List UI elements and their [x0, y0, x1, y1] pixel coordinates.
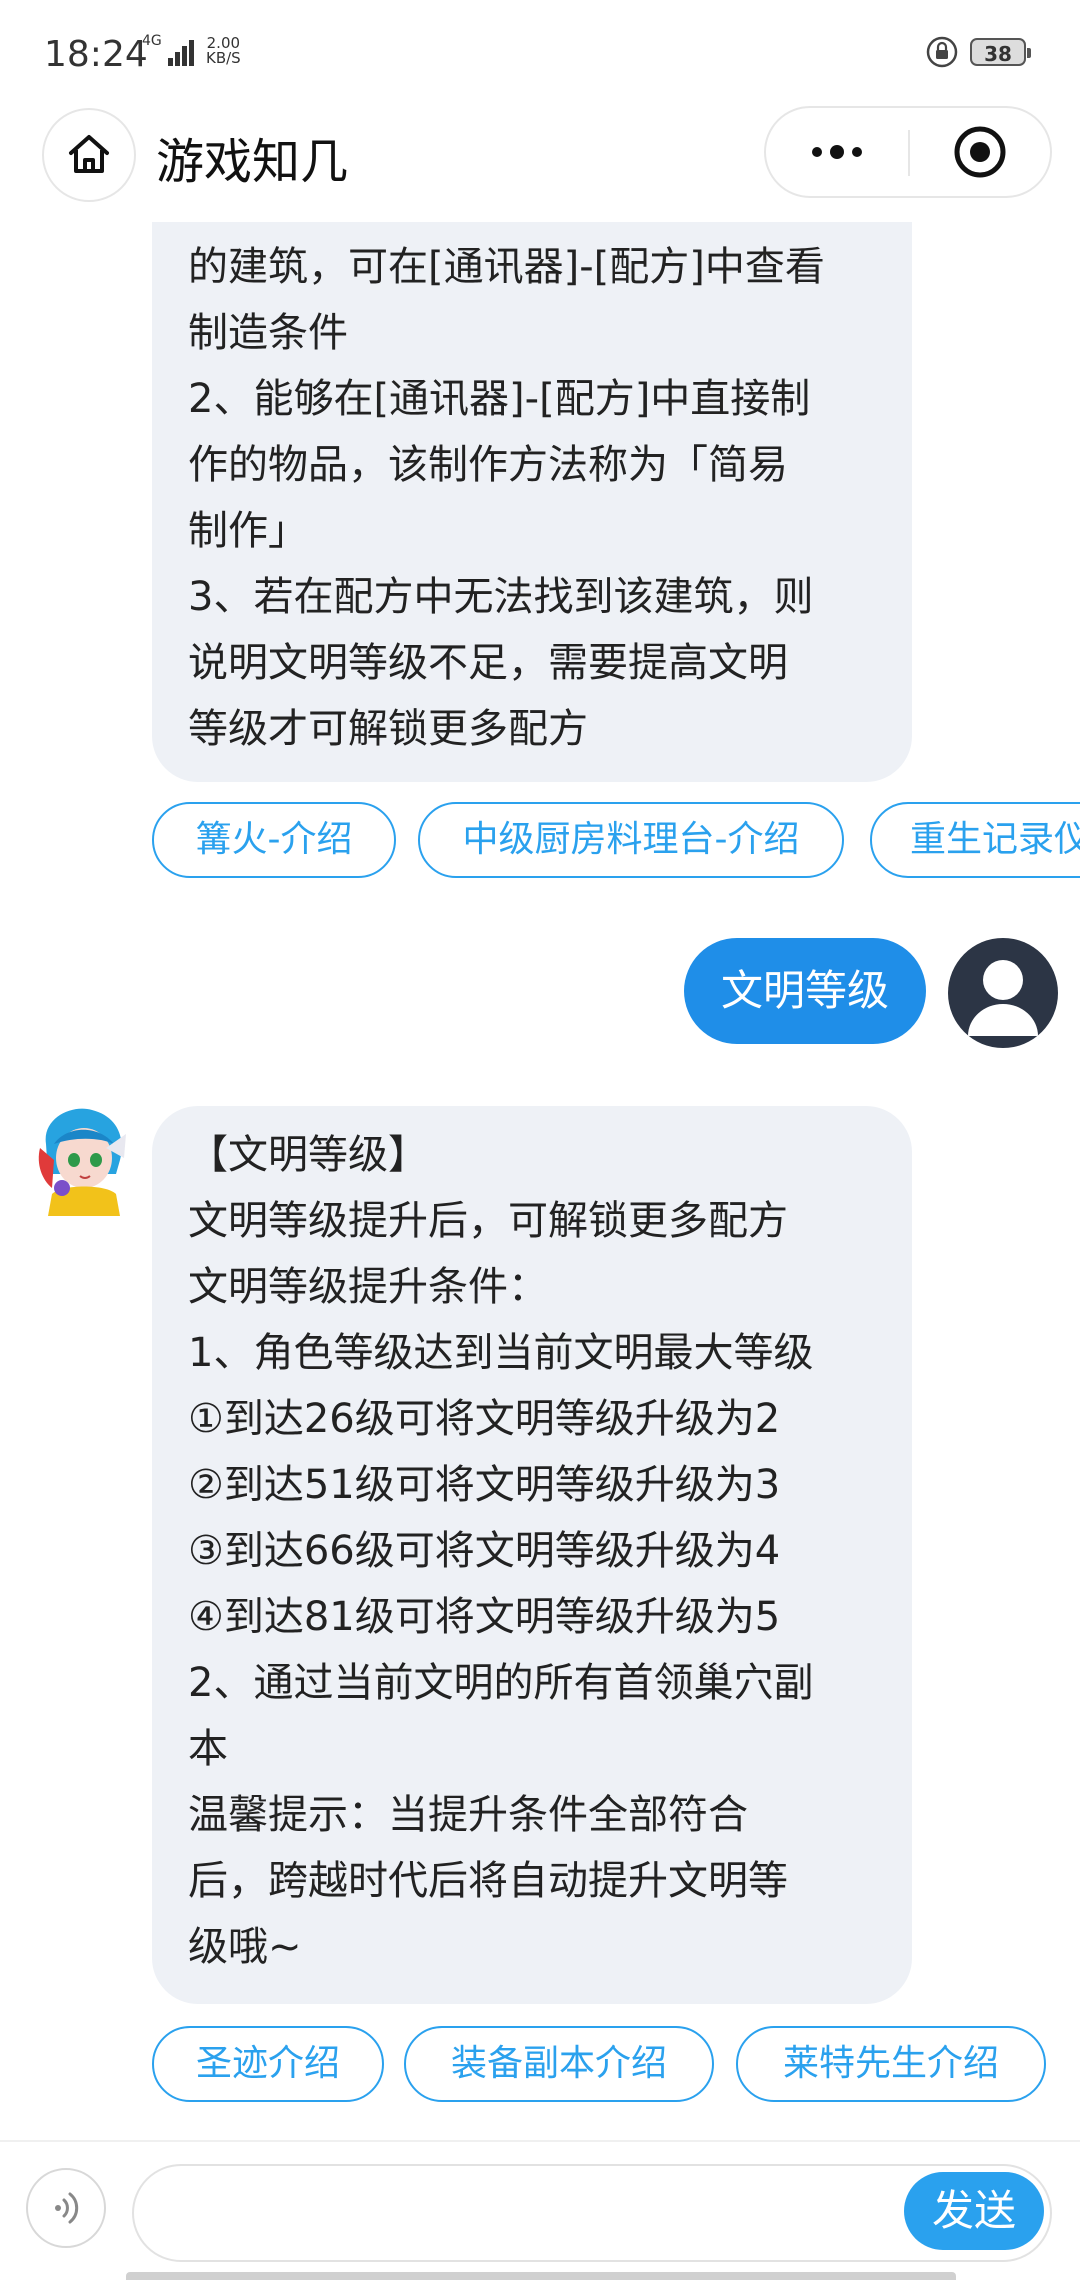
- message-line: 说明文明等级不足，需要提高文明: [188, 640, 788, 686]
- message-line: 文明等级提升条件：: [188, 1264, 548, 1310]
- app-header: 游戏知几: [0, 100, 1080, 222]
- more-button[interactable]: [766, 108, 908, 196]
- message-line: ①到达26级可将文明等级升级为2: [188, 1396, 781, 1442]
- mini-program-capsule: [764, 106, 1052, 198]
- suggestion-chips-row-2: 圣迹介绍 装备副本介绍 莱特先生介绍: [152, 2026, 1080, 2106]
- more-dots-icon: [812, 145, 862, 159]
- bot-message-civilization-level: 【文明等级】 文明等级提升后，可解锁更多配方 文明等级提升条件： 1、角色等级达…: [152, 1106, 912, 2004]
- close-target-icon: [954, 126, 1006, 178]
- status-time: 18:24: [44, 34, 148, 75]
- message-line: 3、若在配方中无法找到该建筑，则: [188, 574, 814, 620]
- close-button[interactable]: [910, 108, 1050, 196]
- speed-unit: KB/S: [206, 49, 241, 67]
- message-line: 温馨提示：当提升条件全部符合: [188, 1792, 748, 1838]
- signal-icon: [168, 40, 194, 66]
- home-button[interactable]: [42, 108, 136, 202]
- message-line: 本: [188, 1726, 228, 1772]
- message-line: 制造条件: [188, 310, 348, 356]
- message-line: ④到达81级可将文明等级升级为5: [188, 1594, 781, 1640]
- chip-equipment-dungeon-intro[interactable]: 装备副本介绍: [404, 2026, 714, 2102]
- home-icon: [69, 135, 109, 173]
- lock-icon: [926, 36, 958, 68]
- battery-indicator: 38: [970, 38, 1031, 66]
- status-bar: 18:24 4G 2.00 KB/S 38: [0, 0, 1080, 100]
- gesture-bar: [126, 2272, 956, 2280]
- message-line: 等级才可解锁更多配方: [188, 706, 588, 752]
- user-message: 文明等级: [684, 938, 926, 1044]
- message-line: ③到达66级可将文明等级升级为4: [188, 1528, 781, 1574]
- chip-mr-wright-intro[interactable]: 莱特先生介绍: [736, 2026, 1046, 2102]
- message-line: 1、角色等级达到当前文明最大等级: [188, 1330, 814, 1376]
- chip-kitchen-station-intro[interactable]: 中级厨房料理台-介绍: [418, 802, 844, 878]
- chip-bonfire-intro[interactable]: 篝火-介绍: [152, 802, 396, 878]
- message-input[interactable]: [164, 2186, 908, 2244]
- message-line: 2、通过当前文明的所有首领巢穴副: [188, 1660, 814, 1706]
- chat-input-bar: 发送: [0, 2140, 1080, 2282]
- network-speed: 2.00 KB/S: [206, 36, 241, 66]
- send-button[interactable]: 发送: [904, 2172, 1044, 2250]
- message-line: 的建筑，可在[通讯器]-[配方]中查看: [188, 244, 825, 290]
- message-line: 文明等级提升后，可解锁更多配方: [188, 1198, 788, 1244]
- user-avatar: [948, 938, 1058, 1048]
- message-line: ②到达51级可将文明等级升级为3: [188, 1462, 781, 1508]
- message-line: 制作」: [188, 508, 308, 554]
- message-line: 级哦~: [188, 1924, 302, 1970]
- bot-message-previous: 的建筑，可在[通讯器]-[配方]中查看 制造条件 2、能够在[通讯器]-[配方]…: [152, 222, 912, 782]
- network-type: 4G: [142, 33, 162, 49]
- chip-relic-intro[interactable]: 圣迹介绍: [152, 2026, 384, 2102]
- bot-avatar: [32, 1104, 132, 1216]
- voice-button[interactable]: [26, 2168, 106, 2248]
- suggestion-chips-row-1: 篝火-介绍 中级厨房料理台-介绍 重生记录仪: [152, 802, 1080, 882]
- message-title: 【文明等级】: [188, 1132, 428, 1178]
- user-avatar-icon: [968, 960, 1038, 1036]
- voice-icon: [55, 2192, 79, 2224]
- chip-respawn-recorder-intro[interactable]: 重生记录仪: [870, 802, 1080, 878]
- message-line: 作的物品，该制作方法称为「简易: [188, 442, 788, 488]
- bot-avatar-image: [38, 1108, 126, 1216]
- message-line: 后，跨越时代后将自动提升文明等: [188, 1858, 788, 1904]
- message-line: 2、能够在[通讯器]-[配方]中直接制: [188, 376, 811, 422]
- page-title: 游戏知几: [156, 134, 349, 190]
